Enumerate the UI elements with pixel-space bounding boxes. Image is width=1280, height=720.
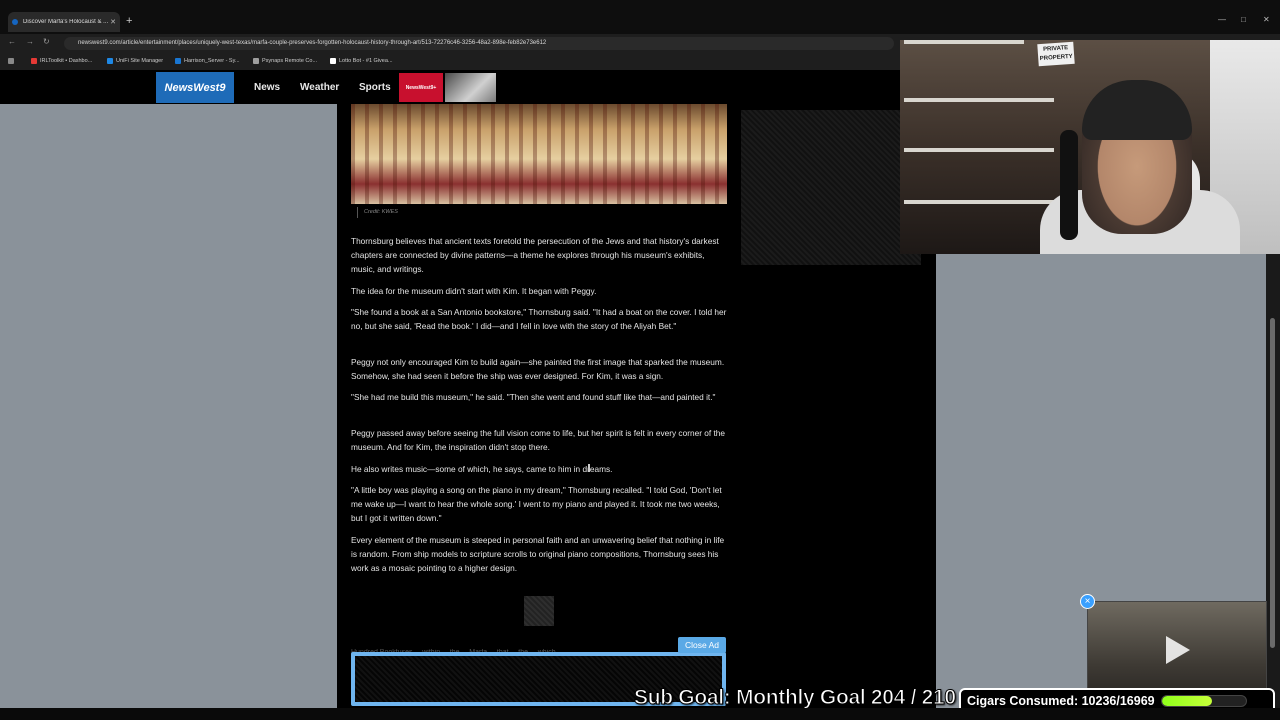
article-paragraph: "A little boy was playing a song on the …: [351, 485, 722, 523]
sub-goal-text: Sub Goal: Monthly Goal 204 / 210: [634, 686, 957, 710]
tab-title: Discover Marfa's Holocaust & ...: [23, 19, 109, 25]
bottom-strip: [0, 708, 1280, 720]
bookmark-icon: [31, 58, 37, 64]
play-icon[interactable]: [1166, 636, 1190, 664]
shelf: [904, 148, 1054, 152]
bookmark-icon: [253, 58, 259, 64]
close-ad-button[interactable]: Close Ad: [678, 637, 726, 653]
cigars-progress-fill: [1161, 696, 1213, 706]
maximize-icon[interactable]: □: [1241, 15, 1246, 24]
article-paragraph: Thornsburg believes that ancient texts f…: [351, 236, 719, 274]
shelf: [904, 200, 1054, 204]
article-paragraph: "She had me build this museum," he said.…: [351, 392, 716, 402]
shelf: [904, 98, 1054, 102]
site-favicon-icon: [12, 19, 18, 25]
reload-icon[interactable]: ↻: [43, 37, 50, 46]
article-paragraph: The idea for the museum didn't start wit…: [351, 286, 597, 296]
image-credit: Credit: KWES: [357, 207, 398, 218]
forward-icon[interactable]: →: [26, 37, 34, 46]
cigars-progress-bar: [1160, 695, 1247, 707]
microphone: [1060, 130, 1078, 240]
bookmark-icon: [107, 58, 113, 64]
promo-thumbnail[interactable]: [445, 73, 496, 102]
article-paragraph: He also writes music—some of which, he s…: [351, 464, 613, 474]
shelf: [904, 40, 1024, 44]
article-paragraph: Peggy not only encouraged Kim to build a…: [351, 357, 725, 381]
cigars-label: Cigars Consumed: 10236/16969: [967, 694, 1155, 708]
nav-sports[interactable]: Sports: [359, 82, 391, 93]
bookmark-item[interactable]: Harrison_Server - Sy...: [175, 58, 240, 64]
close-window-icon[interactable]: ✕: [1263, 15, 1270, 24]
loading-placeholder: [524, 596, 554, 626]
pip-close-icon[interactable]: ×: [1080, 594, 1095, 609]
text-cursor-icon: [588, 464, 590, 472]
article-paragraph: "She found a book at a San Antonio books…: [351, 307, 727, 331]
bookmark-icon: [175, 58, 181, 64]
left-gutter: [0, 104, 337, 710]
scrollbar-thumb[interactable]: [1270, 318, 1275, 648]
bookmark-item[interactable]: IRLToolkit • Dashbo...: [31, 58, 92, 64]
bookmark-item[interactable]: UniFi Site Manager: [107, 58, 163, 64]
plus-streaming-button[interactable]: NewsWest9+: [399, 73, 443, 102]
site-logo[interactable]: NewsWest9: [156, 72, 234, 103]
article-image-scroll: [351, 104, 727, 204]
minimize-icon[interactable]: —: [1218, 15, 1226, 24]
nav-news[interactable]: News: [254, 82, 280, 93]
article-paragraph: Peggy passed away before seeing the full…: [351, 428, 726, 452]
back-icon[interactable]: ←: [8, 37, 16, 46]
nav-weather[interactable]: Weather: [300, 82, 339, 93]
browser-tab-bar: [0, 0, 1280, 34]
article-paragraph: Every element of the museum is steeped i…: [351, 535, 725, 573]
browser-tab[interactable]: Discover Marfa's Holocaust & ... ✕: [8, 12, 120, 32]
apps-icon[interactable]: [8, 58, 14, 64]
close-tab-icon[interactable]: ✕: [110, 18, 116, 26]
bookmark-item[interactable]: Psynaps Remote Co...: [253, 58, 317, 64]
new-tab-icon[interactable]: +: [126, 15, 132, 27]
url-input[interactable]: newswest9.com/article/entertainment/plac…: [64, 37, 894, 50]
private-property-sign: PRIVATE PROPERTY: [1037, 41, 1075, 67]
bookmark-icon: [330, 58, 336, 64]
bookmark-item[interactable]: Lotto Bot - #1 Givea...: [330, 58, 393, 64]
sidebar-ad-placeholder: [741, 110, 921, 265]
